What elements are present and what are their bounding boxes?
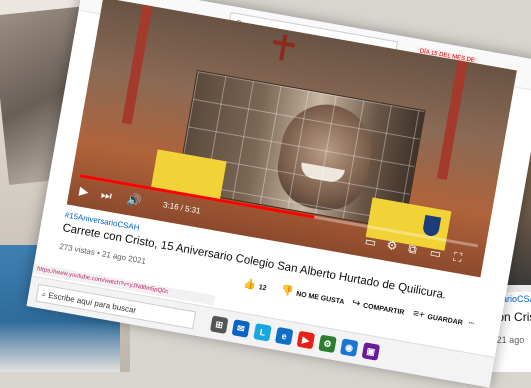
dislike-button[interactable]: 👎NO ME GUSTA	[280, 285, 345, 307]
share-label: COMPARTIR	[362, 302, 405, 317]
photos-icon[interactable]: ▣	[361, 342, 381, 361]
more-button[interactable]: ...	[468, 318, 475, 326]
theater-icon[interactable]: ▭	[429, 245, 443, 261]
youtube-icon[interactable]: ▶	[296, 330, 316, 350]
like-button[interactable]: 👍12	[243, 278, 268, 293]
thumbs-down-icon: 👎	[280, 285, 295, 299]
settings-icon[interactable]: ⚙	[385, 238, 398, 254]
save-button[interactable]: ≡+GUARDAR	[412, 308, 464, 328]
mail-icon[interactable]: ✉	[231, 319, 251, 338]
like-count: 12	[258, 284, 267, 293]
thumbs-up-icon: 👍	[242, 278, 257, 292]
school-shield-icon	[421, 214, 442, 238]
settings-app-icon[interactable]: ⚙	[318, 334, 337, 354]
time-display: 3:16 / 5:31	[162, 200, 202, 216]
fullscreen-icon[interactable]: ⛶	[452, 249, 463, 264]
captions-icon[interactable]: ▭	[364, 234, 378, 250]
chrome-icon[interactable]: ◉	[339, 338, 359, 357]
edge-icon[interactable]: e	[274, 326, 294, 346]
playlist-add-icon: ≡+	[412, 308, 426, 322]
share-button[interactable]: ↪COMPARTIR	[351, 298, 405, 318]
miniplayer-icon[interactable]: ⧉	[407, 242, 418, 257]
brick-pillar	[121, 4, 153, 125]
brick-pillar	[436, 60, 468, 181]
volume-icon[interactable]: 🔊	[125, 192, 142, 208]
taskbar-search-text: Escribe aquí para buscar	[47, 290, 137, 315]
cross-icon	[270, 33, 296, 62]
share-icon: ↪	[351, 297, 362, 310]
save-label: GUARDAR	[426, 313, 464, 327]
next-icon[interactable]: ⏭	[100, 187, 113, 203]
play-icon[interactable]: ▶	[78, 184, 90, 199]
task-view-icon[interactable]: ⊞	[209, 315, 229, 334]
store-icon[interactable]: L	[253, 323, 272, 342]
dislike-label: NO ME GUSTA	[295, 290, 345, 307]
